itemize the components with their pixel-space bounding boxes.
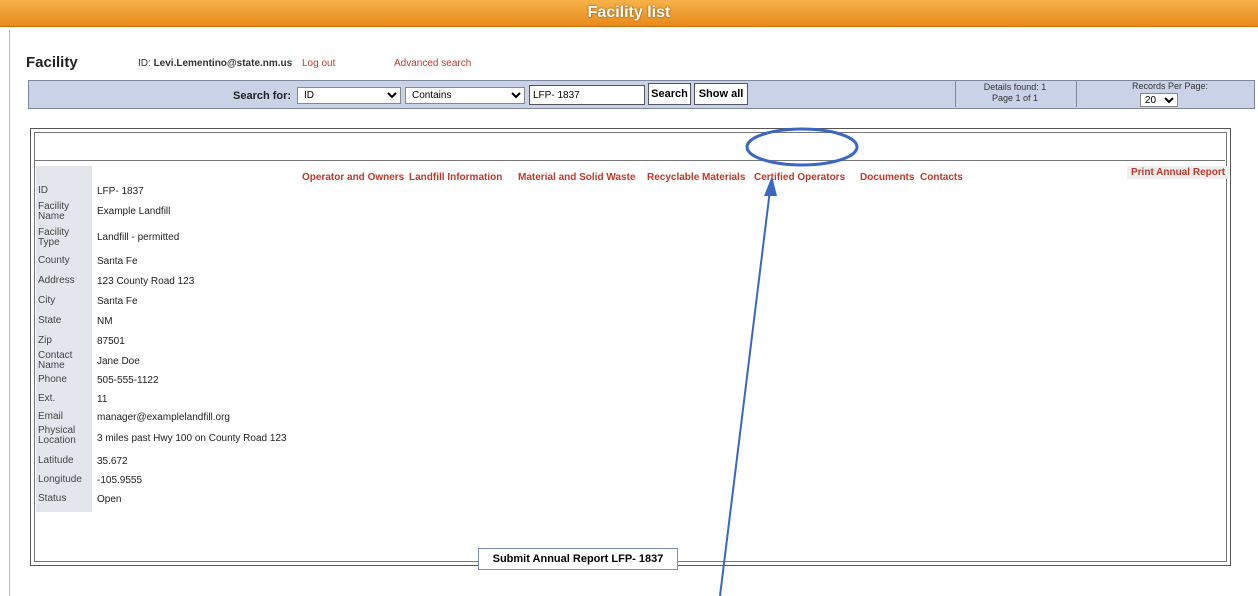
detail-value: Example Landfill (97, 206, 171, 217)
detail-label: Ext. (38, 393, 56, 404)
records-per-page-label: Records Per Page: (1131, 81, 1209, 91)
detail-value: 3 miles past Hwy 100 on County Road 123 (97, 433, 287, 444)
search-for-label: Search for: (233, 90, 292, 102)
advanced-search-link[interactable]: Advanced search (394, 58, 471, 69)
detail-label: Contact Name (38, 350, 73, 371)
page-info: Page 1 of 1 (991, 93, 1039, 103)
user-email: Levi.Lementino@state.nm.us (153, 58, 293, 69)
search-field-select[interactable]: ID (297, 87, 401, 104)
window-title-bar: Facility list (0, 0, 1258, 27)
search-button[interactable]: Search (648, 83, 691, 105)
tab-contacts[interactable]: Contacts (920, 172, 963, 183)
facility-panel-inner (34, 132, 1227, 562)
detail-value: LFP- 1837 (97, 186, 144, 197)
detail-value: 11 (97, 394, 108, 405)
detail-value: Jane Doe (97, 356, 140, 367)
detail-label: Phone (38, 374, 67, 385)
detail-label: Status (38, 493, 67, 504)
tab-operator-and-owners[interactable]: Operator and Owners (302, 172, 404, 183)
detail-label: Facility Type (38, 227, 70, 248)
detail-label: Facility Name (38, 201, 70, 222)
detail-label: Email (38, 411, 64, 422)
search-operator-select[interactable]: Contains (405, 87, 525, 104)
detail-value: 505-555-1122 (97, 375, 159, 386)
detail-value: 87501 (97, 336, 125, 347)
detail-label: Longitude (38, 474, 82, 485)
search-bar-divider (1076, 80, 1077, 107)
show-all-button[interactable]: Show all (694, 83, 748, 105)
records-per-page-select[interactable]: 20 (1140, 93, 1178, 107)
detail-label: Latitude (38, 455, 74, 466)
user-id: ID: Levi.Lementino@state.nm.us (138, 58, 292, 69)
results-info: Details found: 1 Page 1 of 1 (956, 82, 1074, 104)
tab-recyclable-materials[interactable]: Recyclable Materials (647, 172, 745, 183)
tab-documents[interactable]: Documents (860, 172, 914, 183)
detail-value: Santa Fe (97, 296, 138, 307)
page-title: Facility (26, 54, 78, 71)
tab-landfill-information[interactable]: Landfill Information (409, 172, 502, 183)
tab-bar (34, 132, 1225, 161)
detail-label: City (38, 295, 56, 306)
logout-link[interactable]: Log out (302, 58, 335, 69)
details-found: Details found: 1 (983, 82, 1047, 92)
detail-value: -105.9555 (97, 475, 143, 486)
detail-label: Zip (38, 335, 52, 346)
submit-annual-report-button[interactable]: Submit Annual Report LFP- 1837 (478, 548, 678, 570)
detail-value: 123 County Road 123 (97, 276, 195, 287)
user-id-prefix: ID: (138, 58, 154, 69)
detail-label: ID (38, 185, 48, 196)
print-annual-report-link[interactable]: Print Annual Report (1127, 166, 1230, 179)
window-title: Facility list (587, 4, 671, 21)
detail-value: NM (97, 316, 113, 327)
detail-value: 35.672 (97, 456, 128, 467)
search-input[interactable] (529, 85, 645, 105)
detail-label: Physical Location (38, 425, 76, 446)
detail-value: Santa Fe (97, 256, 138, 267)
detail-value: Landfill - permitted (97, 232, 180, 243)
detail-label: State (38, 315, 62, 326)
tab-certified-operators[interactable]: Certified Operators (754, 172, 845, 183)
detail-value: manager@examplelandfill.org (97, 412, 230, 423)
tab-material-and-solid-waste[interactable]: Material and Solid Waste (518, 172, 635, 183)
detail-label: County (38, 255, 70, 266)
detail-label: Address (38, 275, 75, 286)
detail-value: Open (97, 494, 122, 505)
